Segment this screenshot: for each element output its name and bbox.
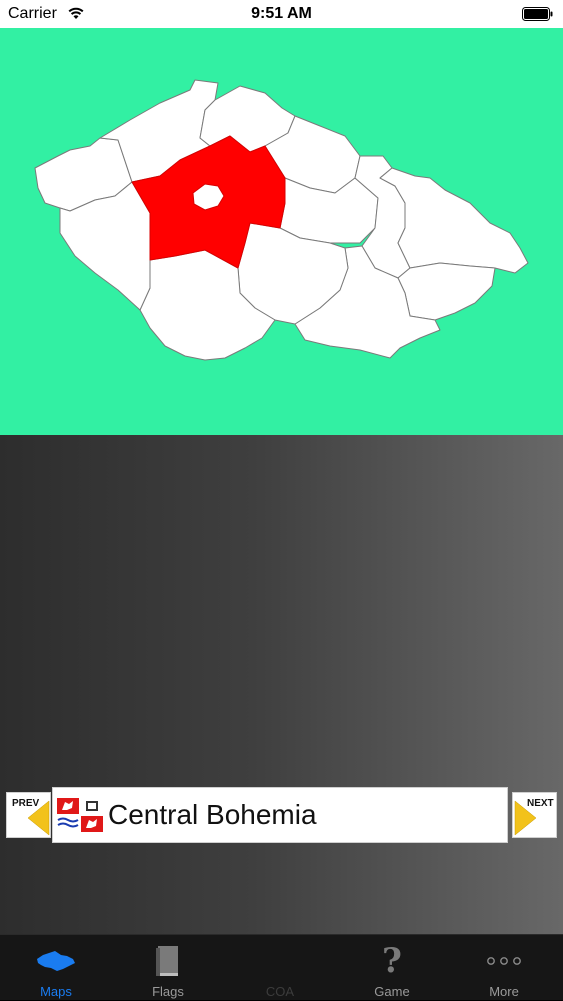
region-name: Central Bohemia: [108, 799, 317, 830]
status-bar: Carrier 9:51 AM: [0, 0, 563, 28]
region-name-box: Central Bohemia: [52, 787, 508, 843]
coa-icon: [224, 941, 336, 981]
arrow-right-icon: [514, 800, 537, 836]
battery-icon: [522, 7, 553, 21]
tab-game-label: Game: [374, 984, 410, 999]
prev-button[interactable]: PREV: [6, 792, 51, 838]
tab-more-label: More: [489, 984, 519, 999]
content-area: [0, 435, 563, 934]
map-area: [0, 28, 563, 435]
tab-coa-label: COA: [265, 984, 295, 999]
tab-more[interactable]: More: [448, 935, 560, 1001]
next-button[interactable]: NEXT: [512, 792, 557, 838]
tab-game[interactable]: ? Game: [336, 935, 448, 1001]
czech-regions-map: [34, 79, 529, 361]
tab-flags[interactable]: Flags: [112, 935, 224, 1001]
tab-bar: Maps Flags COA ? Game More: [0, 934, 563, 1000]
tab-flags-label: Flags: [152, 984, 184, 999]
coat-of-arms-icon: [57, 798, 103, 832]
arrow-left-icon: [27, 800, 50, 836]
question-icon: ?: [382, 941, 402, 981]
map-icon: [0, 941, 112, 981]
tab-coa[interactable]: COA: [224, 935, 336, 1001]
book-icon: [112, 941, 224, 981]
tab-maps[interactable]: Maps: [0, 935, 112, 1001]
more-icon: [448, 941, 560, 981]
region-zlin[interactable]: [397, 262, 496, 321]
clock: 9:51 AM: [251, 5, 312, 22]
tab-maps-label: Maps: [40, 984, 72, 999]
